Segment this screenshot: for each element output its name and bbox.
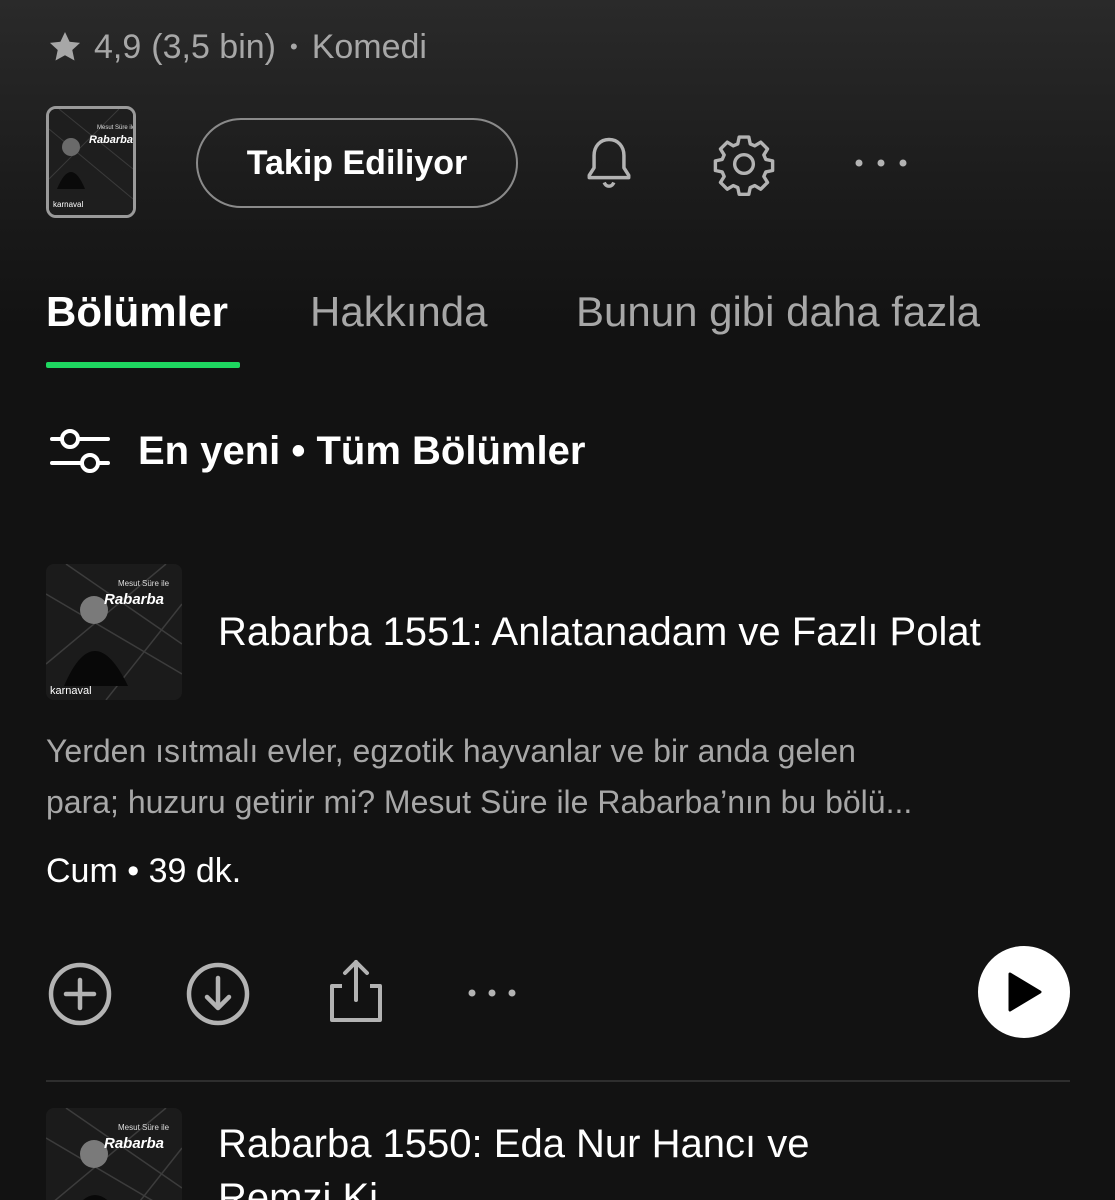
episode-cover-art: Mesut Süre ile Rabarba xyxy=(46,1108,182,1200)
svg-text:Rabarba: Rabarba xyxy=(89,134,133,146)
share-icon xyxy=(330,960,382,1022)
episode-more-button[interactable] xyxy=(466,984,518,1002)
episode-actions xyxy=(46,946,1076,1042)
rating-row: 4,9 (3,5 bin) • Komedi xyxy=(46,24,427,70)
svg-text:Rabarba: Rabarba xyxy=(104,1135,164,1152)
add-circle-icon xyxy=(48,962,112,1026)
svg-text:Mesut Süre ile: Mesut Süre ile xyxy=(118,1123,170,1132)
rating-value: 4,9 xyxy=(94,27,142,66)
settings-button[interactable] xyxy=(708,128,780,200)
category-label[interactable]: Komedi xyxy=(312,28,427,67)
bell-icon xyxy=(587,137,631,188)
more-icon xyxy=(855,159,907,167)
episode-description: Yerden ısıtmalı evler, egzotik hayvanlar… xyxy=(46,726,1066,828)
play-icon xyxy=(1008,972,1042,1012)
rating-separator: • xyxy=(290,34,298,59)
episode-filter[interactable]: En yeni • Tüm Bölümler xyxy=(50,424,585,478)
more-options-button[interactable] xyxy=(850,146,912,180)
svg-text:Rabarba: Rabarba xyxy=(104,591,164,608)
episode-title[interactable]: Rabarba 1551: Anlatanadam ve Fazlı Polat xyxy=(218,610,981,655)
episode-thumbnail[interactable]: Mesut Süre ile Rabarba xyxy=(46,1108,182,1200)
svg-text:karnaval: karnaval xyxy=(53,200,83,209)
play-button[interactable] xyxy=(978,946,1070,1038)
filter-sliders-icon xyxy=(50,429,110,473)
notification-button[interactable] xyxy=(574,128,644,198)
tab-more-like-this[interactable]: Bunun gibi daha fazla xyxy=(576,288,980,336)
episode-title-continued[interactable]: Remzi Ki... xyxy=(218,1176,411,1200)
svg-text:Mesut Süre ile: Mesut Süre ile xyxy=(97,125,133,131)
episode-cover-art: Mesut Süre ile Rabarba karnaval xyxy=(46,564,182,700)
more-icon xyxy=(468,989,516,997)
episode-meta: Cum • 39 dk. xyxy=(46,852,242,890)
episode-thumbnail[interactable]: Mesut Süre ile Rabarba karnaval xyxy=(46,564,182,700)
episode-description-line: para; huzuru getirir mi? Mesut Süre ile … xyxy=(46,784,913,820)
following-button[interactable]: Takip Ediliyor xyxy=(196,118,518,208)
active-tab-indicator xyxy=(46,362,240,368)
show-cover-thumbnail[interactable]: Mesut Süre ile Rabarba karnaval xyxy=(46,106,136,218)
episode-title[interactable]: Rabarba 1550: Eda Nur Hancı ve xyxy=(218,1122,809,1167)
share-button[interactable] xyxy=(326,956,386,1026)
gear-icon xyxy=(713,135,775,197)
tab-about[interactable]: Hakkında xyxy=(310,288,487,336)
tab-episodes[interactable]: Bölümler xyxy=(46,288,228,336)
action-row: Mesut Süre ile Rabarba karnaval Takip Ed… xyxy=(46,106,1076,220)
podcast-page: 4,9 (3,5 bin) • Komedi Mesut Süre ile Ra… xyxy=(0,0,1115,1200)
show-cover-art: Mesut Süre ile Rabarba karnaval xyxy=(49,109,133,215)
add-to-library-button[interactable] xyxy=(46,960,114,1028)
star-icon xyxy=(49,31,81,61)
tab-bar: Bölümler Hakkında Bunun gibi daha fazla xyxy=(46,288,1076,370)
filter-label: En yeni • Tüm Bölümler xyxy=(138,428,586,473)
episode-description-line: Yerden ısıtmalı evler, egzotik hayvanlar… xyxy=(46,733,856,769)
episode-divider xyxy=(46,1080,1070,1082)
download-button[interactable] xyxy=(184,960,252,1028)
svg-text:Mesut Süre ile: Mesut Süre ile xyxy=(118,579,170,588)
svg-text:karnaval: karnaval xyxy=(50,685,92,697)
rating-count: (3,5 bin) xyxy=(151,27,276,66)
download-circle-icon xyxy=(186,962,250,1026)
